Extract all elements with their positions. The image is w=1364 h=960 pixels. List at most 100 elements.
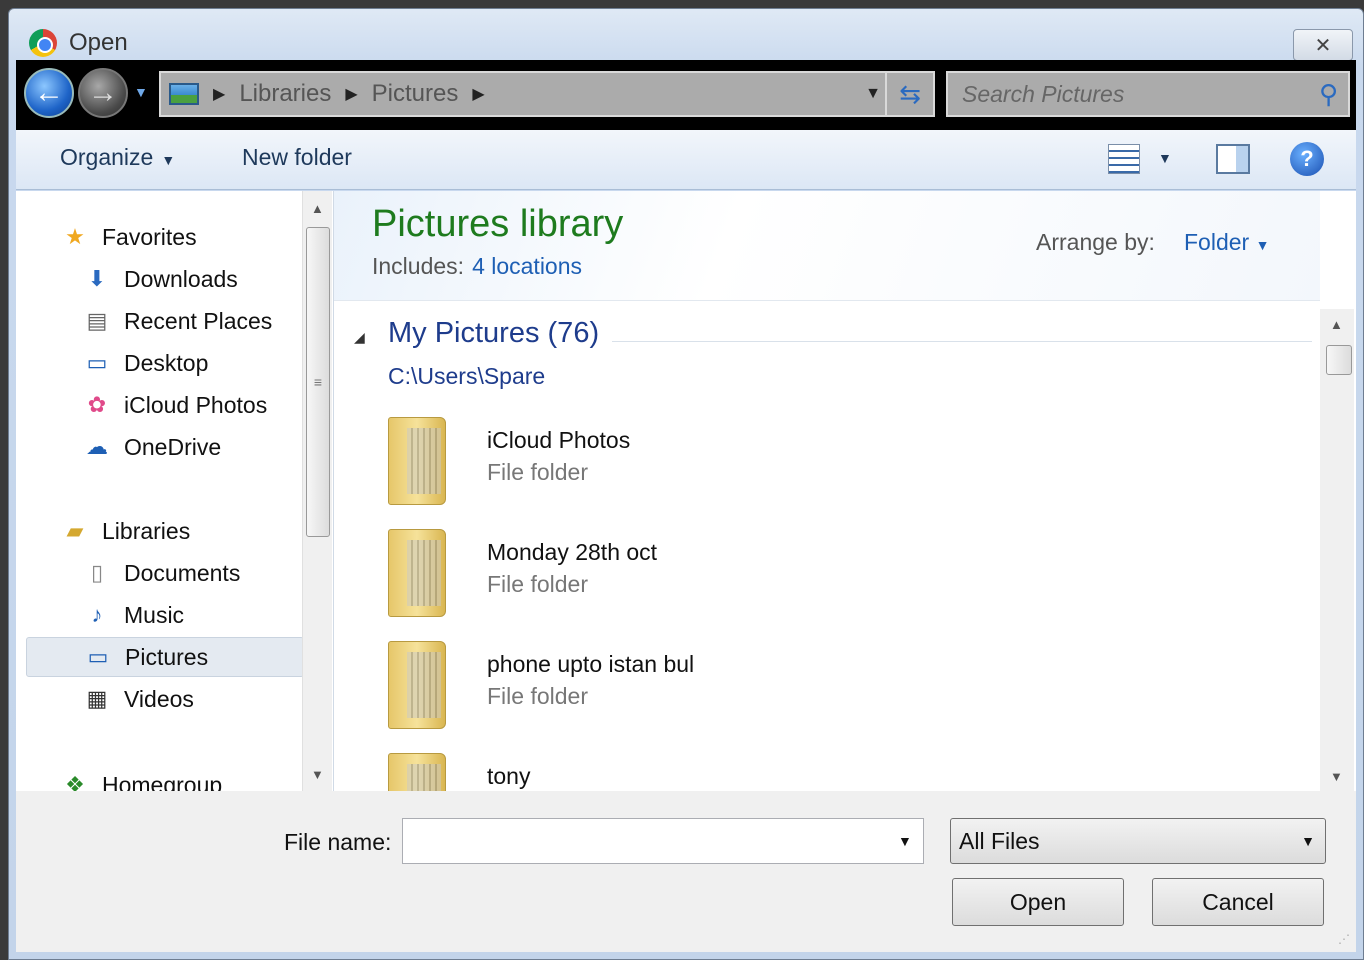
sidebar-item-music[interactable]: ♪ Music: [82, 595, 185, 635]
back-button[interactable]: ←: [24, 68, 74, 118]
folder-name: Monday 28th oct: [487, 539, 658, 565]
star-icon: ★: [65, 224, 85, 249]
organize-button[interactable]: Organize ▼: [60, 144, 175, 171]
navigation-pane: ★ Favorites ⬇ Downloads ▤ Recent Places …: [16, 191, 334, 798]
scroll-up-icon[interactable]: ▲: [311, 201, 324, 216]
sidebar-libraries-label: Libraries: [102, 517, 191, 544]
open-button[interactable]: Open: [952, 878, 1124, 926]
arrange-by-dropdown[interactable]: Folder ▼: [1184, 229, 1269, 256]
change-view-icon[interactable]: [1108, 144, 1140, 174]
dialog-footer: File name: ▼ All Files ▼ Open Cancel ⋰: [16, 791, 1356, 952]
recent-pages-dropdown[interactable]: ▼: [134, 84, 148, 100]
forward-arrow-icon: →: [88, 76, 118, 109]
scrollbar-thumb[interactable]: [1326, 345, 1352, 375]
scrollbar-thumb[interactable]: ≡: [306, 227, 330, 537]
resize-grip-icon[interactable]: ⋰: [1338, 932, 1350, 946]
pictures-library-icon: [169, 83, 199, 105]
group-title[interactable]: My Pictures (76): [388, 317, 599, 350]
file-name-field[interactable]: [402, 818, 924, 864]
sidebar-item-documents[interactable]: ▯ Documents: [82, 553, 240, 593]
folder-item[interactable]: iCloud Photos File folder: [382, 417, 1082, 517]
folder-type: File folder: [487, 571, 588, 597]
folder-icon: [388, 753, 446, 791]
breadcrumb-pictures[interactable]: Pictures: [372, 80, 459, 108]
locations-link[interactable]: 4 locations: [472, 253, 582, 279]
help-icon[interactable]: ?: [1290, 142, 1324, 176]
sidebar-item-videos[interactable]: ▦ Videos: [82, 679, 194, 719]
sidebar-item-favorites[interactable]: ★ Favorites: [60, 217, 197, 257]
group-divider: [612, 341, 1312, 342]
command-bar: Organize ▼ New folder ▼ ?: [16, 130, 1356, 190]
folder-icon: [388, 641, 446, 729]
forward-button[interactable]: →: [78, 68, 128, 118]
sidebar-item-label: Desktop: [124, 349, 209, 376]
sidebar-item-label: Music: [124, 601, 185, 628]
folder-name: tony: [487, 763, 531, 789]
breadcrumb-separator-icon[interactable]: ▶: [472, 84, 484, 104]
new-folder-button[interactable]: New folder: [242, 144, 352, 171]
arrange-by-value: Folder: [1184, 229, 1250, 255]
folder-name: iCloud Photos: [487, 427, 631, 453]
address-history-dropdown[interactable]: ▼: [865, 85, 881, 103]
file-list-scrollbar[interactable]: ▲ ▼: [1320, 309, 1354, 791]
breadcrumb-libraries[interactable]: Libraries: [239, 80, 331, 108]
chevron-down-icon: ▼: [161, 152, 176, 168]
search-input[interactable]: Search Pictures ⚲: [946, 71, 1350, 117]
organize-label: Organize: [60, 144, 154, 170]
includes-label: Includes:: [372, 253, 465, 279]
sidebar-item-desktop[interactable]: ▭ Desktop: [82, 343, 209, 383]
refresh-button[interactable]: ⇆: [885, 73, 933, 115]
pictures-icon: ▭: [87, 644, 109, 669]
chevron-down-icon: ▼: [1255, 237, 1270, 253]
library-title: Pictures library: [372, 203, 624, 245]
sidebar-item-libraries[interactable]: ▰ Libraries: [60, 511, 191, 551]
sidebar-favorites-label: Favorites: [102, 223, 197, 250]
sidebar-item-pictures[interactable]: ▭ Pictures: [26, 637, 304, 677]
file-name-dropdown[interactable]: ▼: [898, 833, 912, 849]
sidebar-item-icloud-photos[interactable]: ✿ iCloud Photos: [82, 385, 267, 425]
folder-item[interactable]: Monday 28th oct File folder: [382, 529, 1082, 629]
close-button[interactable]: ✕: [1293, 29, 1353, 61]
sidebar-item-label: iCloud Photos: [124, 391, 268, 418]
sidebar-item-recent-places[interactable]: ▤ Recent Places: [82, 301, 273, 341]
sidebar-item-label: Downloads: [124, 265, 238, 292]
library-header: Pictures library Includes: 4 locations Ar…: [334, 191, 1320, 301]
file-list-pane: Pictures library Includes: 4 locations Ar…: [334, 191, 1356, 791]
group-path: C:\Users\Spare: [388, 363, 546, 389]
file-name-label: File name:: [284, 829, 392, 855]
documents-icon: ▯: [90, 560, 104, 585]
chrome-icon: [29, 29, 57, 57]
cancel-button[interactable]: Cancel: [1152, 878, 1324, 926]
folder-item[interactable]: tony: [382, 753, 1082, 791]
scroll-down-icon[interactable]: ▼: [311, 767, 324, 782]
search-icon[interactable]: ⚲: [1319, 79, 1338, 110]
scroll-down-icon[interactable]: ▼: [1330, 769, 1343, 784]
navigation-bar: ← → ▼ ▶ Libraries ▶ Pictures ▶ ▼ ⇆ Searc…: [16, 60, 1356, 130]
collapse-group-icon[interactable]: ◢: [354, 329, 365, 346]
file-type-select[interactable]: All Files ▼: [950, 818, 1326, 864]
address-bar[interactable]: ▶ Libraries ▶ Pictures ▶ ▼ ⇆: [159, 71, 935, 117]
folder-name: phone upto istan bul: [487, 651, 695, 677]
close-icon: ✕: [1314, 34, 1332, 57]
view-options-dropdown[interactable]: ▼: [1158, 150, 1172, 166]
sidebar-item-label: OneDrive: [124, 433, 222, 460]
window-title: Open: [69, 29, 128, 56]
sidebar-item-downloads[interactable]: ⬇ Downloads: [82, 259, 238, 299]
arrange-by-label: Arrange by:: [1036, 229, 1155, 255]
sidebar-item-onedrive[interactable]: ☁ OneDrive: [82, 427, 221, 467]
navigation-scrollbar[interactable]: ▲ ≡ ▼: [302, 191, 332, 791]
sidebar-item-label: Recent Places: [124, 307, 273, 334]
breadcrumb-separator-icon[interactable]: ▶: [213, 84, 225, 104]
folder-icon: [388, 417, 446, 505]
sidebar-item-label: Documents: [124, 559, 241, 586]
refresh-icon: ⇆: [899, 78, 921, 109]
preview-pane-icon[interactable]: [1216, 144, 1250, 174]
scroll-up-icon[interactable]: ▲: [1330, 317, 1343, 332]
breadcrumb-separator-icon[interactable]: ▶: [345, 84, 357, 104]
chevron-down-icon: ▼: [1301, 833, 1315, 849]
folder-item[interactable]: phone upto istan bul File folder: [382, 641, 1082, 741]
icloud-photos-icon: ✿: [87, 392, 107, 417]
desktop-icon: ▭: [86, 350, 108, 375]
folder-type: File folder: [487, 683, 588, 709]
library-includes: Includes: 4 locations: [372, 253, 582, 280]
